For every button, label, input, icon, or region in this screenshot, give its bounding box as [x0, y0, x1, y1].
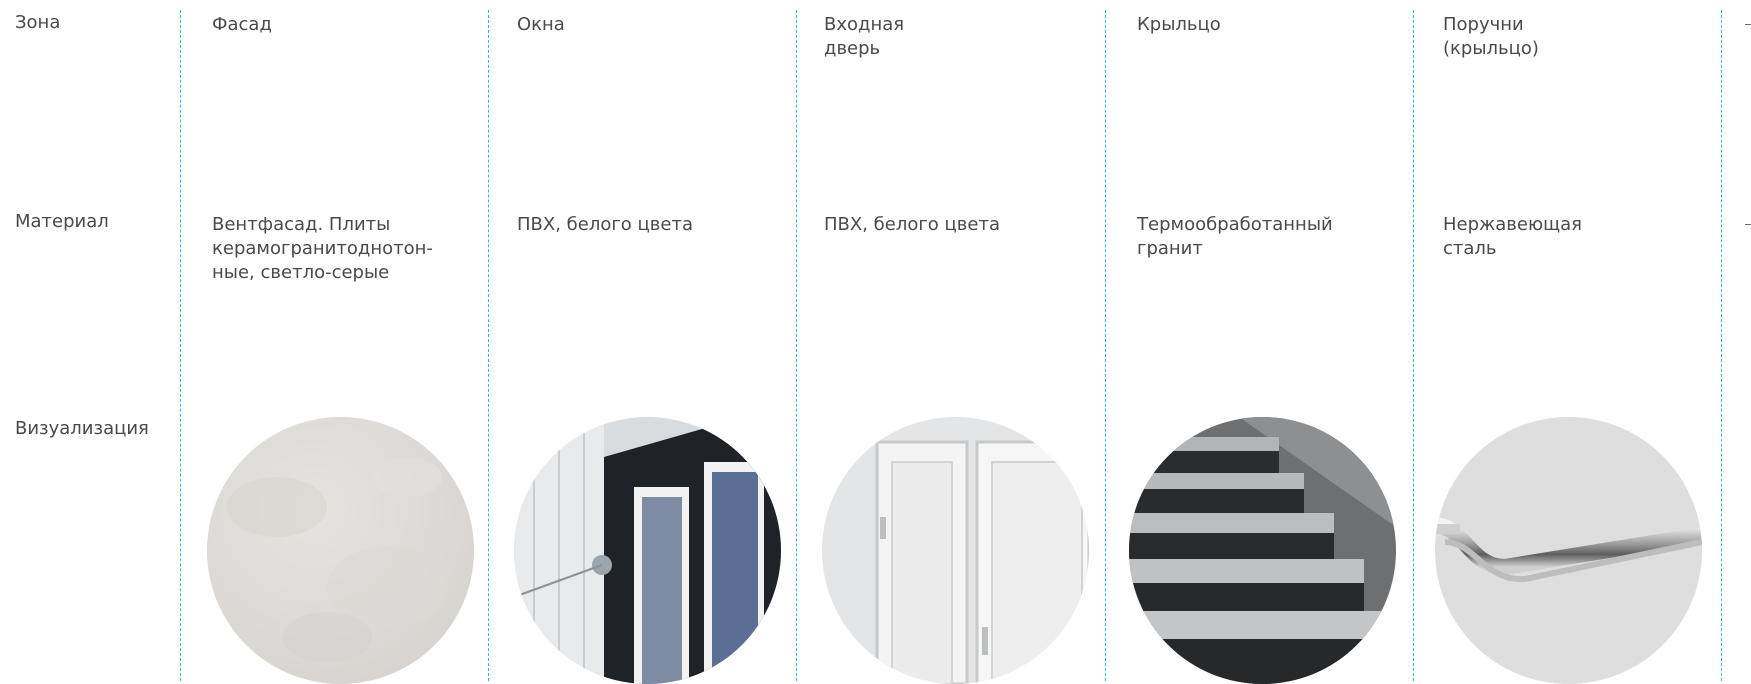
- material-description: ПВХ, белого цвета: [517, 214, 693, 235]
- pvc-door-swatch: [822, 417, 1089, 684]
- zone-name: Поручни (крыльцо): [1443, 14, 1539, 59]
- column-divider: [488, 10, 489, 681]
- column-divider: [1413, 10, 1414, 681]
- zone-name: Окна: [517, 14, 565, 35]
- pvc-window-swatch: [514, 417, 781, 684]
- material-description: Нержавеющая сталь: [1443, 214, 1582, 259]
- column-divider: [1105, 10, 1106, 681]
- material-description: Термообработанный гранит: [1137, 214, 1333, 259]
- edge-mark: [1745, 224, 1751, 225]
- zone-name: Крыльцо: [1137, 14, 1221, 35]
- column-divider: [1721, 10, 1722, 681]
- column-handrails: Поручни (крыльцо) Нержавеющая сталь: [0, 0, 1702, 684]
- column-divider: [796, 10, 797, 681]
- edge-mark: [1745, 24, 1751, 25]
- material-description: ПВХ, белого цвета: [824, 214, 1000, 235]
- steel-handrail-swatch: [1435, 417, 1702, 684]
- granite-steps-swatch: [1129, 417, 1396, 684]
- zone-name: Входная дверь: [824, 14, 905, 59]
